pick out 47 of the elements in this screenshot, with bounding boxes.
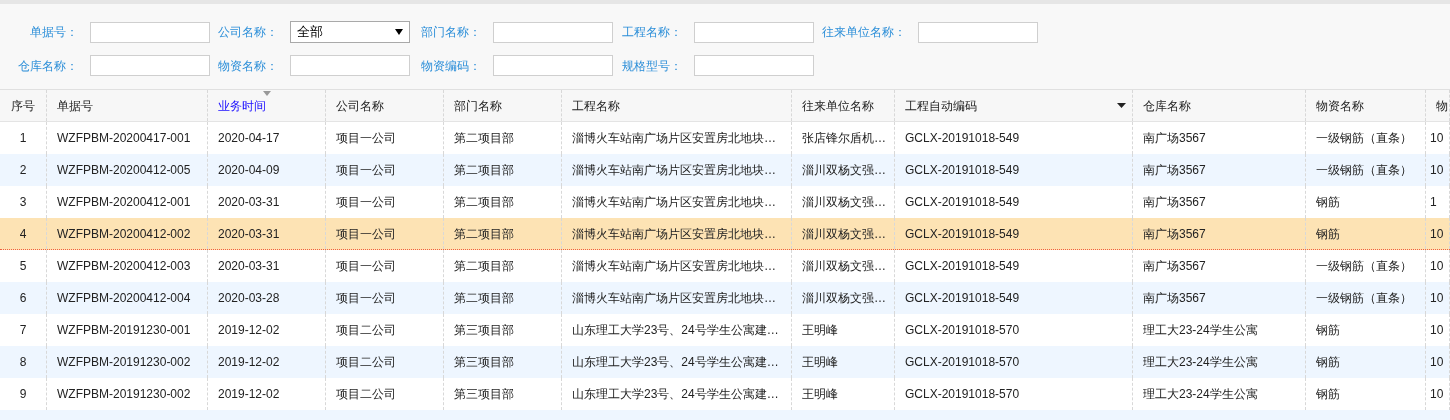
filter-input[interactable] [694, 21, 814, 43]
column-header[interactable]: 业务时间 [208, 90, 326, 121]
table-cell: 淄川双杨文强… [792, 218, 895, 249]
column-header[interactable]: 仓库名称 [1133, 90, 1306, 121]
column-header[interactable]: 序号 [0, 90, 47, 121]
column-header[interactable]: 单据号 [47, 90, 208, 121]
column-header[interactable]: 部门名称 [444, 90, 562, 121]
filter-label: 往来单位名称： [821, 24, 907, 41]
column-header[interactable]: 物 [1426, 90, 1450, 121]
caret-icon [395, 29, 403, 35]
filter-label: 单据号： [29, 24, 79, 41]
table-cell: 南广场3567 [1133, 218, 1306, 249]
filter-input[interactable] [90, 55, 210, 76]
table-row[interactable]: 4 WZFPBM-20200412-002 2020-03-31 项目一公司 第二项目部 淄博火车站南广场片区安置房北地块… 淄川双杨文强… GCLX-20191018-549 南广场3567 钢筋 10 [0, 218, 1450, 250]
table-cell: 第二项目部 [444, 218, 562, 249]
column-header[interactable]: 往来单位名称 [792, 90, 895, 121]
filter-input[interactable] [493, 55, 613, 76]
filter-input[interactable] [290, 55, 410, 76]
table-cell: 淄博火车站南广场片区安置房北地块… [562, 218, 792, 249]
table-cell: 4 [0, 218, 47, 249]
table-cell: 项目一公司 [326, 218, 444, 249]
column-header[interactable]: 公司名称 [326, 90, 444, 121]
filter-label: 仓库名称： [17, 57, 79, 75]
table-cell: WZFPBM-20200412-002 [47, 218, 208, 249]
filter-input[interactable] [90, 21, 210, 43]
table-row[interactable]: 2 WZFPBM-20200412-005 2020-04-09 项目一公司 第二项目部 淄博火车站南广场片区安置房北地块… 淄川双杨文强… GCLX-20191018-549 南广场3567 一级钢筋（直条） 10 [0, 154, 1450, 186]
filter-label: 公司名称： [217, 24, 279, 41]
filter-label: 物资编码： [420, 57, 482, 75]
table-cell: 2020-03-31 [208, 218, 326, 249]
table-cell: 10 [1426, 218, 1450, 249]
column-header[interactable]: 工程自动编码 [895, 90, 1133, 121]
table-cell: GCLX-20191018-549 [895, 218, 1133, 249]
filter-input[interactable] [694, 55, 814, 76]
filter-input[interactable] [493, 21, 613, 43]
table-row[interactable]: 6 WZFPBM-20200412-004 2020-03-28 项目一公司 第二项目部 淄博火车站南广场片区安置房北地块… 淄川双杨文强… GCLX-20191018-549 南广场3567 一级钢筋（直条） 10 [0, 282, 1450, 314]
filter-label: 规格型号： [621, 57, 683, 75]
sort-icon [263, 91, 271, 96]
filter-label: 工程名称： [621, 24, 683, 41]
caret-icon[interactable] [1117, 103, 1126, 108]
filter-label: 部门名称： [420, 24, 482, 41]
company-select[interactable]: 全部 [290, 21, 410, 43]
filter-input[interactable] [918, 21, 1038, 43]
column-header[interactable]: 工程名称 [562, 90, 792, 121]
table-cell: 钢筋 [1306, 218, 1426, 249]
filter-label: 物资名称： [217, 57, 279, 75]
column-header[interactable]: 物资名称 [1306, 90, 1426, 121]
table-row[interactable]: 8 WZFPBM-20191230-002 2019-12-02 项目二公司 第三项目部 山东理工大学23号、24号学生公寓建… 王明峰 GCLX-20191018-570 理工大23-24学生公寓 钢筋 10 [0, 346, 1450, 378]
